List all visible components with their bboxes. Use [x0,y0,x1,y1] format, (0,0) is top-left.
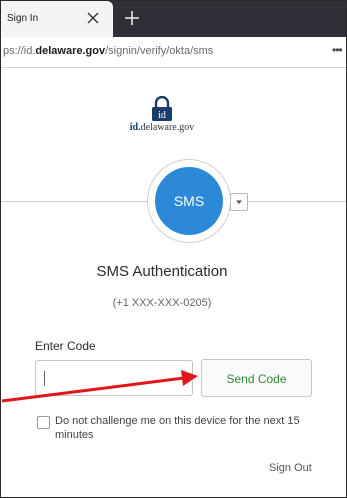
annotation-arrow [1,370,198,403]
